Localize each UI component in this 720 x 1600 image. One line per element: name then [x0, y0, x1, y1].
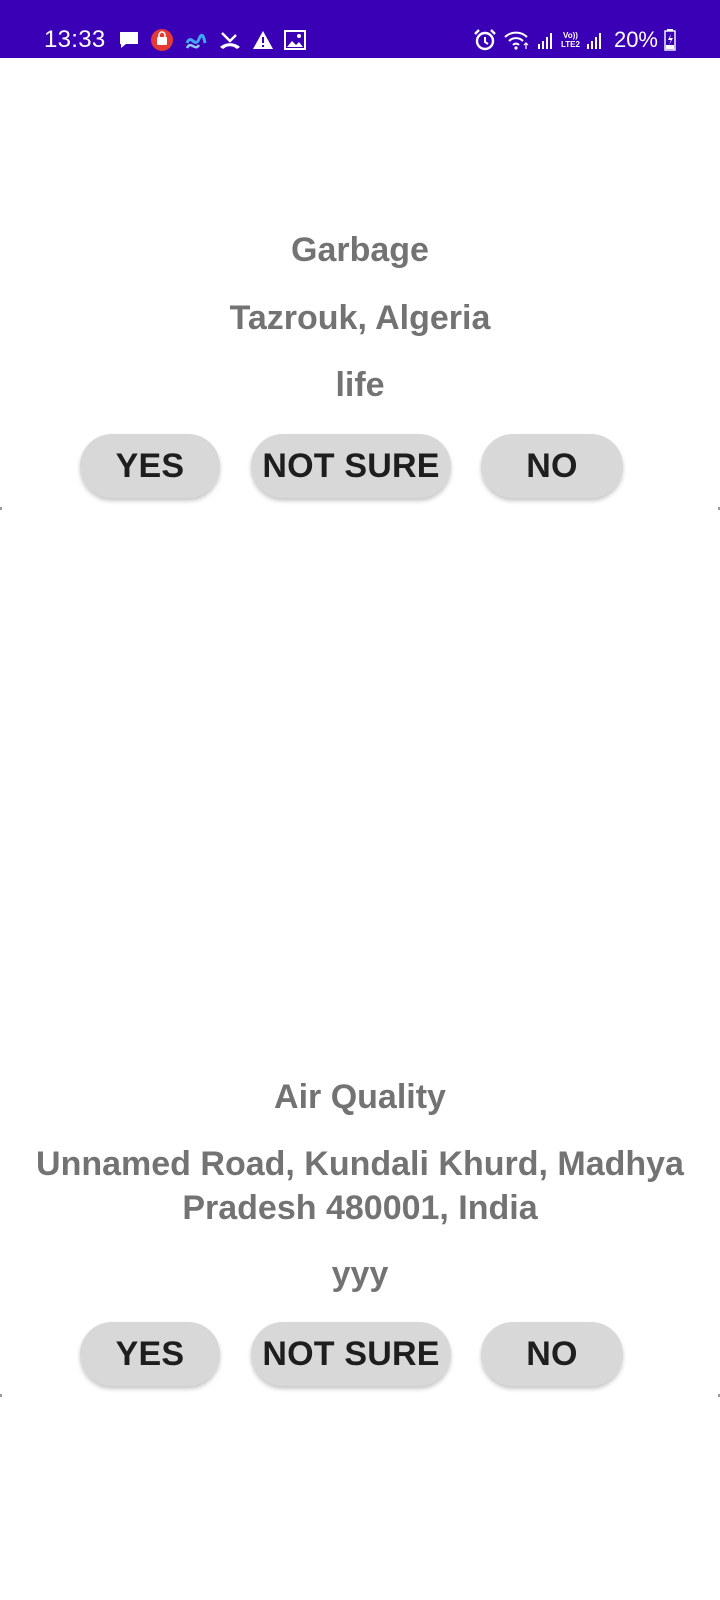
yes-button[interactable]: YES [80, 1322, 220, 1386]
not-sure-button[interactable]: NOT SURE [251, 1322, 451, 1386]
no-button[interactable]: NO [481, 1322, 623, 1386]
report-note: yyy [331, 1255, 389, 1293]
report-category: Air Quality [274, 1078, 446, 1116]
report-location: Unnamed Road, Kundali Khurd, Madhya Prad… [36, 1145, 684, 1227]
edge-marker [0, 1394, 2, 1397]
report-card: Air Quality Unnamed Road, Kundali Khurd,… [0, 0, 720, 1450]
